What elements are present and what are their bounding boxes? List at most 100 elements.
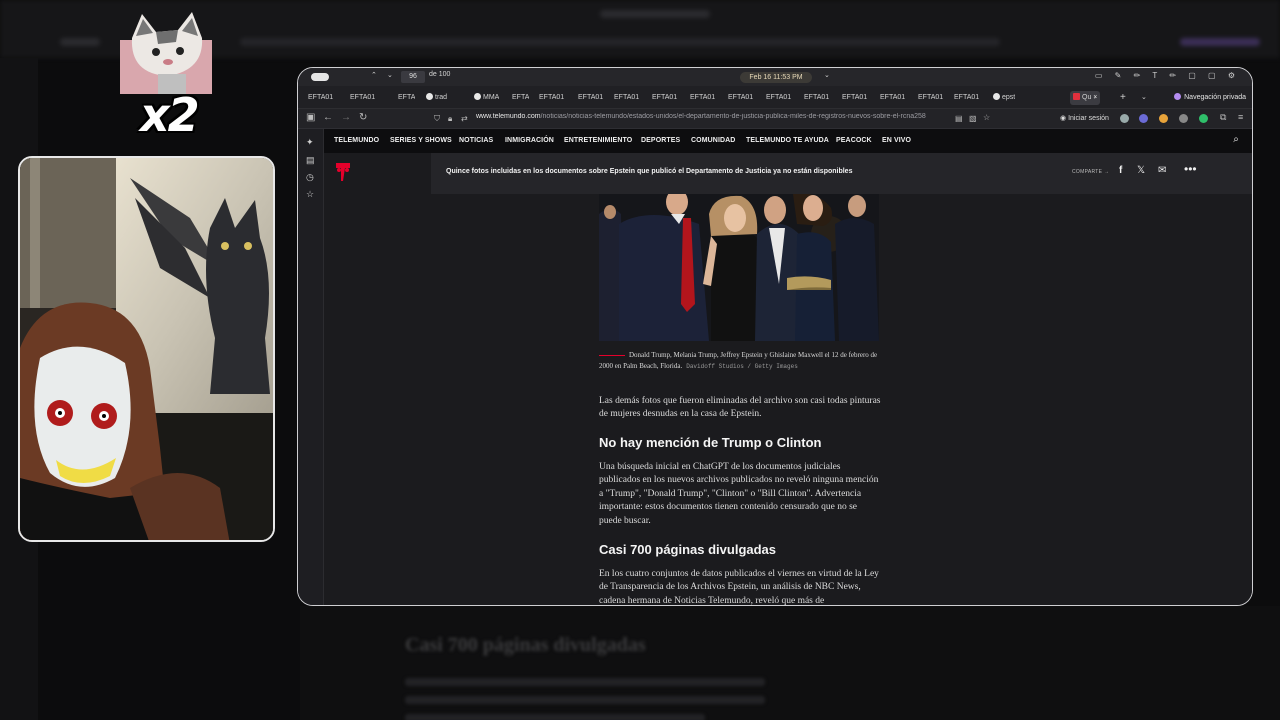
browser-tab[interactable]: EFTA (512, 91, 529, 105)
bookmarks-icon[interactable]: ☆ (306, 189, 314, 200)
browser-tab[interactable]: EFTA01 (728, 91, 753, 105)
browser-tab[interactable]: EFTA01 (766, 91, 791, 105)
tab-label: EFTA01 (804, 94, 830, 101)
sign-in-button[interactable]: ◉ Iniciar sesión (1060, 114, 1109, 122)
bookmark-star-icon[interactable]: ☆ (983, 113, 990, 122)
browser-tab[interactable]: EFTA01 (652, 91, 677, 105)
site-nav-item[interactable]: EN VIVO (882, 137, 911, 144)
browser-tab[interactable]: EFTA01 (918, 91, 943, 105)
site-nav-item[interactable]: TELEMUNDO (334, 137, 379, 144)
browser-tab[interactable]: EFTA (398, 91, 415, 105)
clock-label: Feb 16 11:53 PM (740, 72, 812, 83)
browser-tab[interactable]: EFTA01 (578, 91, 603, 105)
extension-icon[interactable] (1159, 114, 1168, 123)
web-page: TELEMUNDO SERIES Y SHOWS NOTICIAS INMIGRACI… (324, 129, 1252, 605)
tab-label: EFTA (398, 94, 416, 101)
email-icon[interactable]: ✉ (1158, 165, 1166, 176)
browser-tab[interactable]: EFTA01 (954, 91, 979, 105)
page-up-icon[interactable]: ⌃ (371, 71, 377, 79)
tab-label: EFTA01 (728, 94, 754, 101)
site-nav-item[interactable]: PEACOCK (836, 137, 872, 144)
search-icon[interactable]: ⌕ (1233, 134, 1239, 145)
browser-tab[interactable]: trad (426, 91, 447, 105)
tab-label: EFTA01 (842, 94, 868, 101)
browser-tab[interactable]: EFTA01 (614, 91, 639, 105)
extensions-puzzle-icon[interactable]: ⧉ (1220, 112, 1226, 123)
site-nav-item[interactable]: INMIGRACIÓN (505, 137, 554, 144)
site-nav-item[interactable]: COMUNIDAD (691, 137, 735, 144)
photo-caption: Donald Trump, Melania Trump, Jeffrey Eps… (599, 350, 884, 372)
reader-view-icon[interactable]: ▤ (955, 114, 963, 123)
browser-tab[interactable]: EFTA01 (350, 91, 375, 105)
article-paragraph: Las demás fotos que fueron eliminadas de… (599, 396, 881, 420)
history-icon[interactable]: ◷ (306, 172, 314, 183)
menu-pill-icon[interactable] (311, 73, 329, 81)
url-field[interactable]: www.telemundo.com/noticias/noticias-tele… (476, 113, 946, 120)
site-nav-item[interactable]: DEPORTES (641, 137, 680, 144)
extension-icon[interactable] (1199, 114, 1208, 123)
webcam-feed (18, 156, 275, 542)
site-nav-item[interactable]: SERIES Y SHOWS (390, 137, 452, 144)
tab-favicon-icon (993, 93, 1000, 100)
site-nav-item[interactable]: TELEMUNDO TE AYUDA (746, 137, 829, 144)
tab-label: EFTA (512, 94, 530, 101)
browser-tab[interactable]: EFTA01 (539, 91, 564, 105)
chevron-down-icon[interactable]: ⌄ (824, 71, 830, 79)
extension-icon[interactable] (1120, 114, 1129, 123)
extension-icon[interactable] (1179, 114, 1188, 123)
private-browsing-text: Navegación privada (1184, 94, 1246, 101)
private-browsing-label: Navegación privada (1174, 91, 1246, 105)
x-twitter-icon[interactable]: 𝕏 (1137, 165, 1145, 176)
tab-label: EFTA01 (539, 94, 565, 101)
annotation-toolbar-icons[interactable]: ▭ ✎ ✏ T ✏ ▢ ▢ ⚙ (1095, 71, 1240, 80)
tab-label: EFTA01 (350, 94, 376, 101)
tab-favicon-icon (474, 93, 481, 100)
private-mask-icon (1174, 93, 1182, 100)
new-tab-icon[interactable]: + (1120, 91, 1126, 105)
site-nav-item[interactable]: NOTICIAS (459, 137, 493, 144)
browser-tab[interactable]: MMA (474, 91, 499, 105)
url-domain: www.telemundo.com (476, 113, 541, 120)
telemundo-favicon-icon (1073, 93, 1080, 100)
navigation-bar: ▣ ← → ↻ ⛉ 🔒︎ ⇄ www.telemundo.com/noticia… (298, 109, 1252, 129)
tab-label: EFTA01 (578, 94, 604, 101)
article-paragraph: Una búsqueda inicial en ChatGPT de los d… (599, 462, 879, 526)
photo-credit: Davidoff Studios / Getty Images (686, 363, 798, 370)
synced-tabs-icon[interactable]: ▤ (306, 155, 315, 166)
hamburger-menu-icon[interactable]: ≡ (1238, 112, 1243, 122)
tab-strip: EFTA01 EFTA01 EFTA trad MMA EFTA EFTA01 EFTA01 E… (298, 86, 1252, 109)
screenshot-icon[interactable]: ▧ (969, 114, 977, 123)
tab-label: trad (435, 94, 448, 101)
reload-icon[interactable]: ↻ (359, 112, 367, 123)
caption-accent-rule (599, 355, 625, 356)
share-label: COMPARTE → (1072, 169, 1110, 175)
tab-overflow-icon[interactable]: › (1094, 91, 1096, 105)
webcam-image (20, 158, 273, 540)
article-subheading: No hay mención de Trump o Clinton (599, 435, 822, 450)
browser-tab[interactable]: EFTA01 (842, 91, 867, 105)
more-options-icon[interactable]: ••• (1184, 162, 1197, 176)
tab-list-icon[interactable]: ⌄ (1141, 91, 1147, 105)
extension-icon[interactable] (1139, 114, 1148, 123)
facebook-icon[interactable]: f (1119, 165, 1122, 176)
tab-label: EFTA01 (766, 94, 792, 101)
page-number-input[interactable]: 96 (401, 71, 425, 83)
telemundo-logo[interactable] (336, 163, 350, 181)
site-nav-item[interactable]: ENTRETENIMIENTO (564, 137, 632, 144)
browser-tab[interactable]: EFTA01 (690, 91, 715, 105)
caption-block: Donald Trump, Melania Trump, Jeffrey Eps… (599, 350, 884, 372)
lock-icon[interactable]: 🔒︎ (448, 114, 452, 124)
browser-tab[interactable]: epst (993, 91, 1015, 105)
sidebar-toggle-icon[interactable]: ▣ (306, 112, 315, 123)
article-subheading: Casi 700 páginas divulgadas (599, 542, 777, 557)
forward-icon[interactable]: → (341, 112, 351, 123)
ai-chat-icon[interactable]: ✦ (306, 137, 314, 148)
browser-tab[interactable]: EFTA01 (308, 91, 333, 105)
back-icon[interactable]: ← (323, 112, 333, 123)
browser-tab[interactable]: EFTA01 (804, 91, 829, 105)
tab-label: EFTA01 (918, 94, 944, 101)
permissions-icon[interactable]: ⇄ (461, 114, 468, 123)
page-down-icon[interactable]: ⌄ (387, 71, 393, 79)
browser-tab[interactable]: EFTA01 (880, 91, 905, 105)
shield-icon[interactable]: ⛉ (434, 114, 440, 124)
